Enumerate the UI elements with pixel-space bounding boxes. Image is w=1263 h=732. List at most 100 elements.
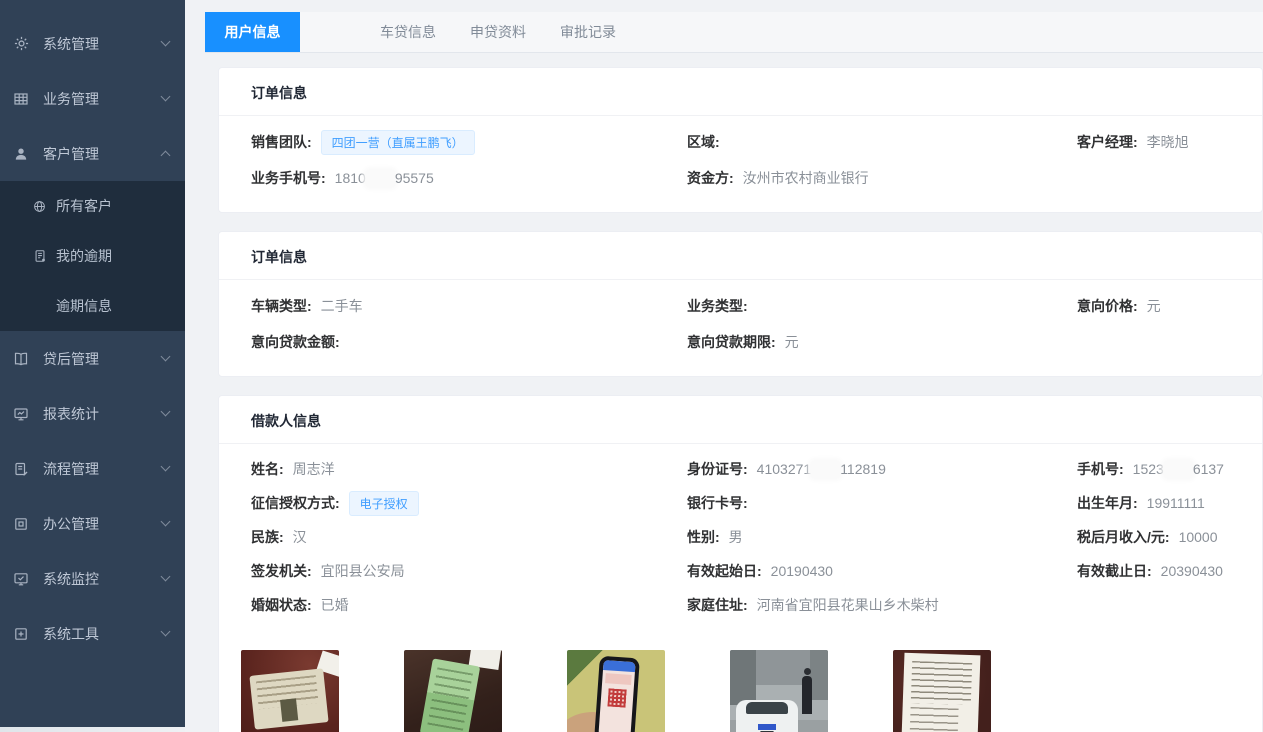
photo-decor — [730, 650, 756, 705]
photo-decor — [427, 667, 473, 730]
borrower-info-card: 借款人信息 姓名: 周志洋 身份证号: 4103271112819 手机号: 1… — [218, 395, 1263, 732]
tab-car-loan-info[interactable]: 车贷信息 — [363, 12, 453, 52]
field-value: 宜阳县公安局 — [321, 561, 405, 581]
redacted-digits — [367, 171, 394, 186]
sidebar-item-postloan-mgmt[interactable]: 贷后管理 — [0, 331, 185, 386]
field-label: 手机号: — [1077, 459, 1124, 479]
chevron-up-icon — [161, 151, 171, 161]
field-value: 元 — [1147, 296, 1161, 316]
gear-icon — [12, 35, 30, 53]
field-gender: 性别: 男 — [687, 520, 1077, 554]
field-label: 有效起始日: — [687, 561, 762, 581]
field-monthly-income: 税后月收入/元: 10000 — [1077, 520, 1230, 554]
sidebar-item-overdue-info[interactable]: 逾期信息 — [0, 281, 185, 331]
field-vehicle-type: 车辆类型: 二手车 — [251, 288, 687, 324]
photo-decor — [804, 668, 811, 675]
field-label: 客户经理: — [1077, 132, 1138, 152]
phone-qr-photo-thumbnail[interactable] — [567, 650, 665, 732]
field-value: 李晓旭 — [1147, 132, 1189, 152]
photo-decor — [910, 707, 959, 732]
field-value: 河南省宜阳县花果山乡木柴村 — [757, 595, 939, 615]
field-value: 周志洋 — [293, 459, 335, 479]
photo-decor — [249, 668, 328, 729]
field-label: 出生年月: — [1077, 493, 1138, 513]
field-valid-to: 有效截止日: 20390430 — [1077, 554, 1230, 588]
order-info-card-2: 订单信息 车辆类型: 二手车 业务类型: 意向价格: 元 — [218, 231, 1263, 377]
sidebar-item-office-mgmt[interactable]: 办公管理 — [0, 496, 185, 551]
credit-auth-tag[interactable]: 电子授权 — [349, 491, 419, 516]
tab-user-info[interactable]: 用户信息 — [205, 12, 300, 52]
field-value: 元 — [785, 332, 799, 352]
field-value: 20390430 — [1161, 563, 1223, 579]
field-label: 业务类型: — [687, 296, 748, 316]
field-label: 民族: — [251, 527, 284, 547]
photo-decor — [607, 688, 626, 707]
field-sales-team: 销售团队: 四团一营（直属王鹏飞） — [251, 124, 687, 160]
sidebar-item-label: 所有客户 — [56, 196, 112, 216]
main-content: 用户信息 车贷信息 申贷资料 审批记录 订单信息 销售团队: 四团一营（直属王鹏… — [185, 0, 1263, 732]
field-label: 税后月收入/元: — [1077, 527, 1170, 547]
tab-loan-application-docs[interactable]: 申贷资料 — [453, 12, 543, 52]
field-label: 意向贷款金额: — [251, 332, 340, 352]
sidebar-item-customer-mgmt[interactable]: 客户管理 — [0, 126, 185, 181]
chevron-down-icon — [161, 627, 171, 637]
field-fund-provider: 资金方: 汝州市农村商业银行 — [687, 160, 1077, 196]
field-valid-from: 有效起始日: 20190430 — [687, 554, 1077, 588]
photo-paper-document: 其他材料 — [893, 650, 991, 732]
photo-decor — [605, 673, 632, 685]
field-credit-auth-method: 征信授权方式: 电子授权 — [251, 486, 687, 520]
monitor-check-icon — [12, 570, 30, 588]
sidebar-item-system-mgmt[interactable]: 系统管理 — [0, 16, 185, 71]
notebook-icon — [33, 249, 47, 263]
field-ethnicity: 民族: 汉 — [251, 520, 687, 554]
field-label: 签发机关: — [251, 561, 312, 581]
field-label: 资金方: — [687, 168, 734, 188]
redacted-digits — [812, 462, 839, 477]
field-name: 姓名: 周志洋 — [251, 452, 687, 486]
field-intent-loan-amount: 意向贷款金额: — [251, 324, 687, 360]
sidebar-item-report-stats[interactable]: 报表统计 — [0, 386, 185, 441]
chevron-down-icon — [161, 407, 171, 417]
chevron-down-icon — [161, 92, 171, 102]
field-value: 181095575 — [335, 170, 434, 186]
field-label: 银行卡号: — [687, 493, 748, 513]
field-value: 汉 — [293, 527, 307, 547]
sidebar-item-my-overdue[interactable]: 我的逾期 — [0, 231, 185, 281]
sidebar-item-system-tools[interactable]: 系统工具 — [0, 606, 185, 661]
photo-decor — [758, 724, 776, 730]
sidebar-item-all-customers[interactable]: 所有客户 — [0, 181, 185, 231]
sidebar-item-system-monitor[interactable]: 系统监控 — [0, 551, 185, 606]
photo-decor — [746, 702, 788, 714]
field-value: 已婚 — [321, 595, 349, 615]
field-value: 男 — [729, 527, 743, 547]
sidebar: 系统管理 业务管理 客户管理 — [0, 0, 185, 732]
field-issuing-authority: 签发机关: 宜阳县公安局 — [251, 554, 687, 588]
sales-team-tag[interactable]: 四团一营（直属王鹏飞） — [321, 130, 475, 155]
document-photo-thumbnail[interactable] — [893, 650, 991, 732]
photo-green-booklet: 驾驶证照片 — [404, 650, 502, 732]
field-id-number: 身份证号: 4103271112819 — [687, 452, 1077, 486]
section-title: 订单信息 — [219, 232, 1262, 280]
sidebar-nav: 系统管理 业务管理 客户管理 — [0, 0, 185, 661]
id-card-photo-thumbnail[interactable] — [241, 650, 339, 732]
grid-icon — [12, 90, 30, 108]
photo-decor — [280, 698, 298, 722]
person-car-photo-thumbnail[interactable] — [730, 650, 828, 732]
sidebar-item-process-mgmt[interactable]: 流程管理 — [0, 441, 185, 496]
chevron-down-icon — [161, 462, 171, 472]
photo-decor — [902, 653, 981, 732]
app: 系统管理 业务管理 客户管理 — [0, 0, 1263, 732]
sidebar-item-label: 业务管理 — [43, 89, 162, 109]
photo-decor — [598, 660, 635, 732]
field-label: 婚姻状态: — [251, 595, 312, 615]
photo-person-with-car: 人车合影 — [730, 650, 828, 732]
field-label: 意向价格: — [1077, 296, 1138, 316]
photo-phone-qr: 征信授权 — [567, 650, 665, 732]
field-label: 意向贷款期限: — [687, 332, 776, 352]
field-business-type: 业务类型: — [687, 288, 1077, 324]
field-label: 性别: — [687, 527, 720, 547]
green-booklet-photo-thumbnail[interactable] — [404, 650, 502, 732]
book-icon — [12, 350, 30, 368]
tab-approval-records[interactable]: 审批记录 — [543, 12, 633, 52]
sidebar-item-business-mgmt[interactable]: 业务管理 — [0, 71, 185, 126]
